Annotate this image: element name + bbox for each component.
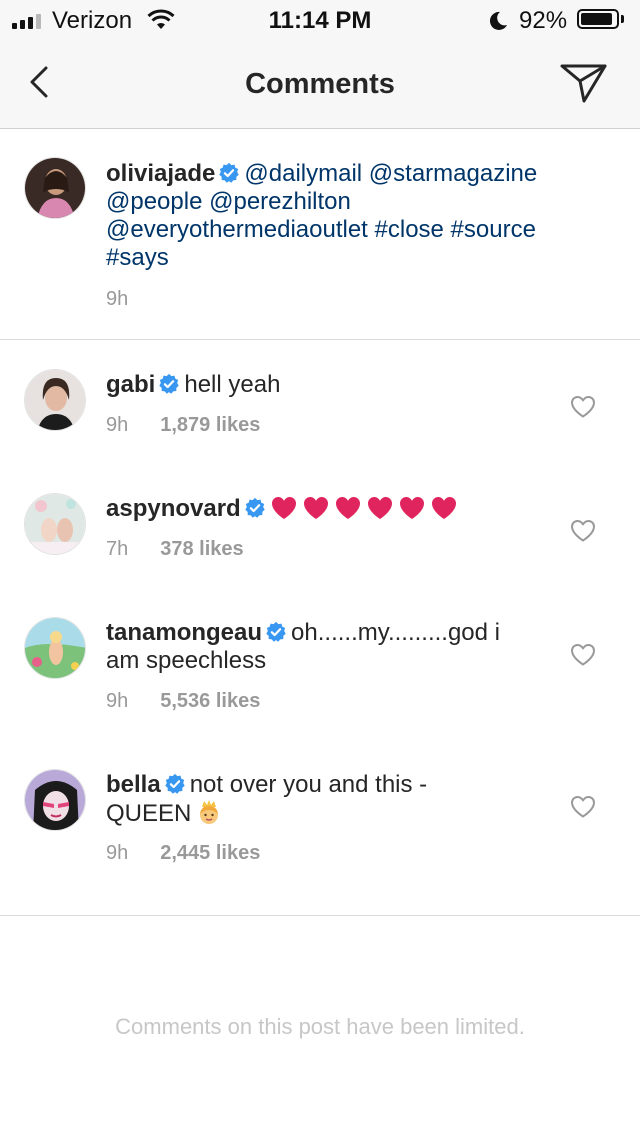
comment-text: gabi hell yeah — [106, 371, 576, 399]
username-link[interactable]: tanamongeau — [106, 619, 262, 646]
comment-meta: 9h 2,445 likes — [106, 842, 260, 865]
comments-limited-notice: Comments on this post have been limited. — [115, 1014, 525, 1039]
profile-photo-image — [25, 158, 85, 218]
caption-line-4-tag[interactable]: #says — [106, 244, 169, 271]
likes-count[interactable]: 378 likes — [160, 538, 243, 560]
comment-message-line-1: oh......my.........god i — [291, 619, 500, 646]
likes-count[interactable]: 5,536 likes — [160, 690, 260, 712]
comment-text: tanamongeau oh......my.........god i am s… — [106, 619, 576, 675]
comment-timestamp: 9h — [106, 690, 129, 712]
verified-badge-icon — [266, 621, 286, 642]
caption-text: oliviajade @dailymail @starmagazine @peop… — [106, 160, 576, 272]
caption-timestamp: 9h — [106, 288, 129, 310]
profile-photo-image — [25, 618, 85, 678]
battery-icon — [577, 9, 619, 29]
caption-line-2[interactable]: @people @perezhilton — [106, 188, 351, 215]
status-bar: Verizon 11:14 PM 92% — [0, 0, 640, 40]
comment-meta: 7h 378 likes — [106, 538, 244, 561]
comment-timestamp: 9h — [106, 842, 129, 864]
profile-photo-image — [25, 770, 85, 830]
share-direct-button[interactable] — [558, 60, 610, 106]
avatar[interactable] — [24, 157, 86, 219]
comment-message: hell yeah — [184, 371, 281, 398]
comment-text: bella not over you and this - QUEEN — [106, 771, 576, 828]
caption-line-1[interactable]: @dailymail @starmagazine — [244, 160, 537, 187]
red-heart-emoji-icon — [303, 497, 328, 519]
username-link[interactable]: oliviajade — [106, 160, 215, 187]
caption-line-3-mention[interactable]: @everyothermediaoutlet — [106, 216, 368, 243]
red-heart-emoji-icon — [367, 497, 392, 519]
verified-badge-icon — [245, 497, 265, 518]
battery-level-fill — [581, 13, 613, 25]
username-link[interactable]: gabi — [106, 371, 155, 398]
likes-count[interactable]: 2,445 likes — [160, 842, 260, 864]
red-heart-emoji-icon — [399, 497, 424, 519]
comment-text: aspynovard — [106, 495, 576, 523]
verified-badge-icon — [164, 773, 185, 794]
comment-timestamp: 7h — [106, 538, 129, 560]
red-heart-emoji-icon — [271, 497, 296, 519]
navigation-bar: Comments — [0, 40, 640, 129]
do-not-disturb-moon-icon — [489, 11, 507, 30]
red-heart-emoji-icon — [431, 497, 456, 519]
comment-message-line-2: QUEEN — [106, 800, 192, 827]
avatar[interactable] — [24, 769, 86, 831]
princess-emoji-icon — [200, 800, 219, 824]
page-title: Comments — [245, 68, 395, 100]
like-heart-icon[interactable] — [570, 395, 596, 419]
paper-plane-icon — [560, 64, 607, 103]
avatar[interactable] — [24, 369, 86, 431]
comment-meta: 9h 5,536 likes — [106, 690, 260, 713]
profile-photo-image — [25, 370, 85, 430]
comment-message-line-1: not over you and this - — [189, 771, 428, 798]
likes-count[interactable]: 1,879 likes — [160, 414, 260, 436]
avatar[interactable] — [24, 493, 86, 555]
like-heart-icon[interactable] — [570, 643, 596, 667]
like-heart-icon[interactable] — [570, 795, 596, 819]
battery-cap — [621, 15, 624, 23]
comment-message-line-2: am speechless — [106, 647, 267, 674]
post-caption: oliviajade @dailymail @starmagazine @peop… — [0, 129, 640, 340]
caption-line-3-tags[interactable]: #close #source — [375, 216, 536, 243]
profile-photo-image — [25, 494, 85, 554]
red-heart-emoji-icon — [335, 497, 360, 519]
username-link[interactable]: aspynovard — [106, 495, 241, 522]
comment-meta: 9h 1,879 likes — [106, 414, 260, 437]
battery-percentage: 92% — [519, 7, 568, 34]
verified-badge-icon — [159, 373, 180, 394]
emoji-hearts-row — [270, 495, 462, 522]
like-heart-icon[interactable] — [570, 519, 596, 543]
comment-timestamp: 9h — [106, 414, 129, 436]
comments-divider — [0, 915, 640, 916]
username-link[interactable]: bella — [106, 771, 161, 798]
avatar[interactable] — [24, 617, 86, 679]
verified-badge-icon — [219, 162, 240, 183]
